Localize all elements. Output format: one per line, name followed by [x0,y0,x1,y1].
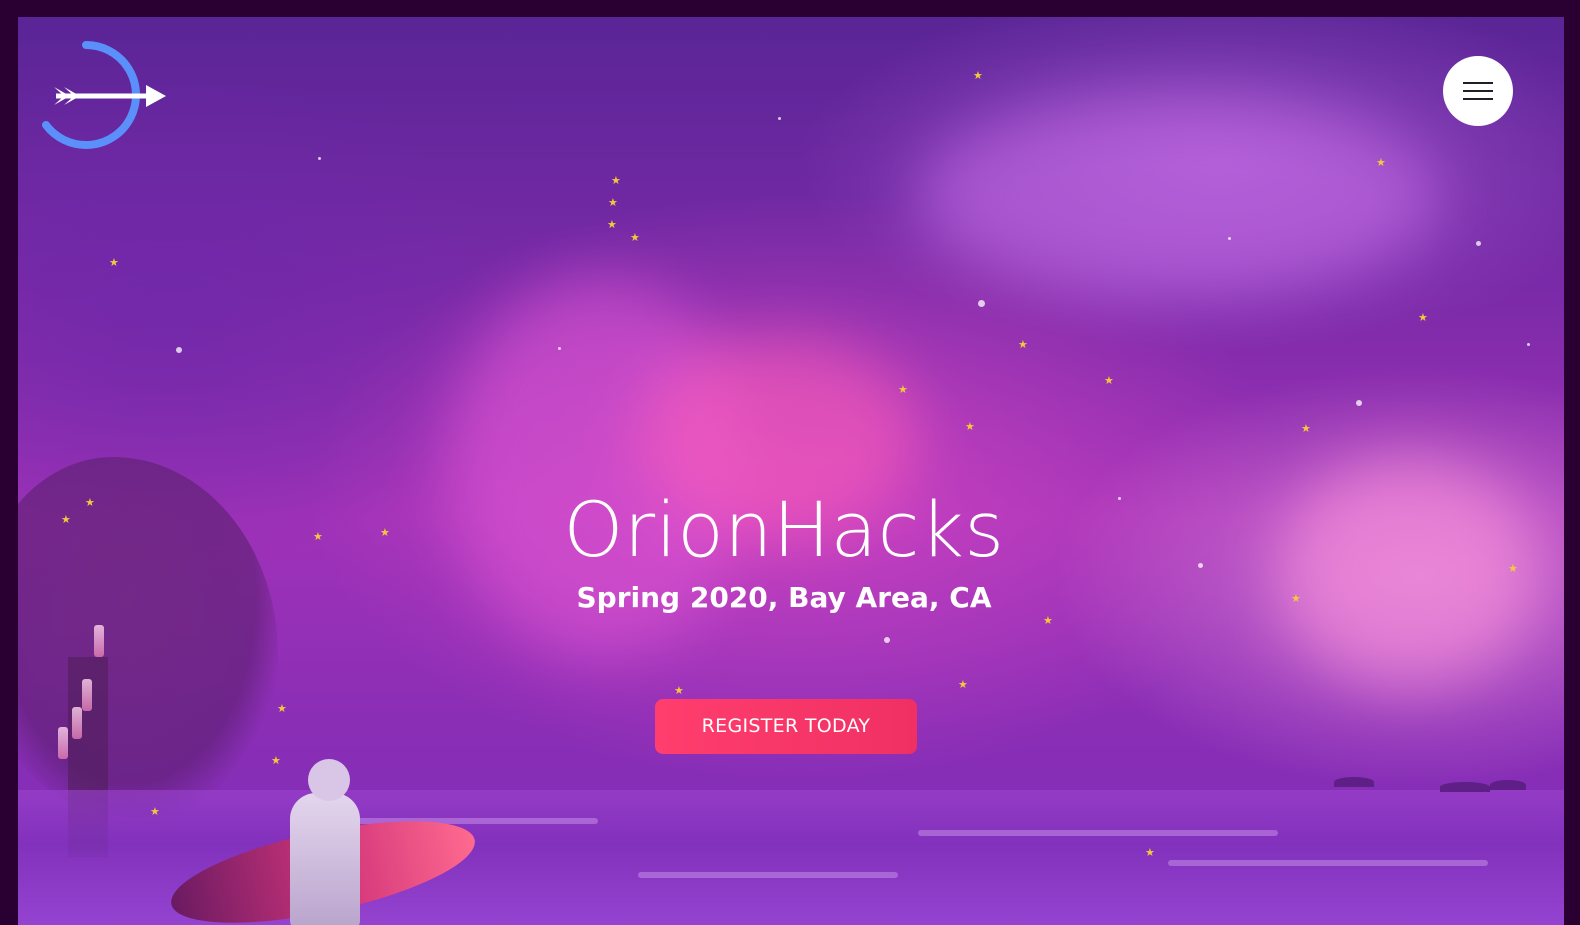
star-icon: ★ [607,218,617,231]
star-icon: ★ [958,678,968,691]
star-icon: ★ [898,383,908,396]
star-dot [978,300,985,307]
island [1334,777,1374,787]
star-dot [318,157,321,160]
star-icon: ★ [277,702,287,715]
star-dot [1476,241,1481,246]
astronaut-helmet [308,759,350,801]
island [1440,782,1490,792]
star-icon: ★ [1104,374,1114,387]
star-dot [1356,400,1362,406]
hero-subtitle: Spring 2020, Bay Area, CA [576,581,992,614]
astronaut-suit [290,793,360,925]
star-icon: ★ [608,196,618,209]
hero-background: ★ ★ ★ ★ ★ ★ ★ ★ ★ ★ ★ ★ ★ ★ ★ ★ ★ ★ ★ ★ … [18,17,1564,925]
star-dot [176,347,182,353]
star-dot [1527,343,1530,346]
star-icon: ★ [150,805,160,818]
star-icon: ★ [1145,846,1155,859]
star-icon: ★ [630,231,640,244]
hamburger-menu-icon [1463,98,1493,100]
star-dot [884,637,890,643]
star-icon: ★ [674,684,684,697]
hamburger-menu-icon [1463,82,1493,84]
island [1490,780,1526,790]
wave [918,830,1278,836]
hero-title: OrionHacks [563,485,1005,574]
lantern [82,679,92,711]
star-dot [1228,237,1231,240]
orion-bow-arrow-icon[interactable] [42,41,168,151]
astronaut-figure [280,759,370,925]
wave [1168,860,1488,866]
star-icon: ★ [109,256,119,269]
hamburger-menu-icon [1463,90,1493,92]
star-icon: ★ [611,174,621,187]
star-icon: ★ [965,420,975,433]
nebula-cloud [918,97,1438,297]
star-icon: ★ [1418,311,1428,324]
lantern [58,727,68,759]
star-icon: ★ [1018,338,1028,351]
star-dot [558,347,561,350]
star-icon: ★ [271,754,281,767]
hero-section: OrionHacks Spring 2020, Bay Area, CA [0,485,1568,615]
star-dot [778,117,781,120]
star-icon: ★ [1043,614,1053,627]
wave [638,872,898,878]
register-today-button[interactable]: REGISTER TODAY [655,699,917,754]
lantern [72,707,82,739]
hamburger-menu-button[interactable] [1443,56,1513,126]
star-icon: ★ [1301,422,1311,435]
star-icon: ★ [1376,156,1386,169]
lantern [94,625,104,657]
star-icon: ★ [973,69,983,82]
